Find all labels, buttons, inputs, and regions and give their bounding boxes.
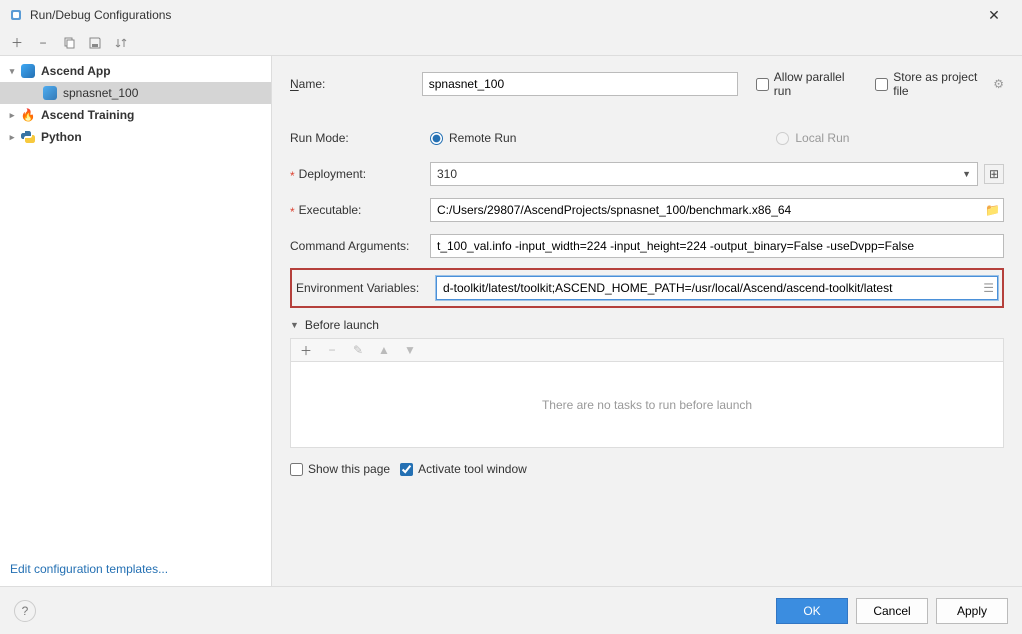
add-deployment-button[interactable]: ⊞ [984,164,1004,184]
run-mode-label: Run Mode: [290,131,430,145]
envvars-row: Environment Variables: ☰ [296,276,998,300]
remove-config-button[interactable]: − [34,34,52,52]
executable-row: *Executable: 📁 [290,198,1004,222]
tree-item-ascend-training[interactable]: ▸ 🔥 Ascend Training [0,104,271,126]
close-icon[interactable]: ✕ [974,0,1014,30]
copy-config-button[interactable] [60,34,78,52]
header-options: Allow parallel run Store as project file… [738,70,1004,98]
config-tree-panel: ▾ Ascend App spnasnet_100 ▸ 🔥 Ascend Tra… [0,56,272,586]
ok-button[interactable]: OK [776,598,848,624]
before-launch-empty-text: There are no tasks to run before launch [542,398,752,412]
remote-run-radio[interactable]: Remote Run [430,131,516,145]
help-button[interactable]: ? [14,600,36,622]
python-icon [20,129,36,145]
remove-task-button[interactable]: − [323,341,341,359]
envvars-label: Environment Variables: [296,281,436,295]
chevron-down-icon: ▾ [6,66,18,77]
activate-tool-window-label: Activate tool window [418,462,527,476]
sidebar-footer: Edit configuration templates... [0,556,271,586]
cancel-button[interactable]: Cancel [856,598,928,624]
config-icon [42,85,58,101]
store-project-label: Store as project file [893,70,987,98]
before-launch-header[interactable]: ▼ Before launch [290,318,1004,332]
sort-config-button[interactable] [112,34,130,52]
allow-parallel-label: Allow parallel run [774,70,857,98]
chevron-right-icon: ▸ [6,132,18,143]
tree-label: Ascend Training [41,108,134,122]
deployment-select[interactable]: 310 ▼ [430,162,978,186]
executable-label: *Executable: [290,203,430,217]
tree-item-python[interactable]: ▸ Python [0,126,271,148]
add-task-button[interactable]: ＋ [297,341,315,359]
flame-icon: 🔥 [20,107,36,123]
activate-tool-window-checkbox[interactable]: Activate tool window [400,462,527,476]
chevron-down-icon: ▼ [290,320,299,330]
tree-label: spnasnet_100 [63,86,138,100]
cmdargs-input[interactable] [430,234,1004,258]
deployment-label: *Deployment: [290,167,430,181]
before-launch-list: There are no tasks to run before launch [290,362,1004,448]
main-split: ▾ Ascend App spnasnet_100 ▸ 🔥 Ascend Tra… [0,56,1022,586]
before-launch-toolbar: ＋ − ✎ ▲ ▼ [290,338,1004,362]
tree-label: Python [41,130,82,144]
show-this-page-checkbox[interactable]: Show this page [290,462,390,476]
config-toolbar: ＋ − [0,30,1022,56]
run-mode-radio-group: Remote Run Local Run [430,131,849,145]
name-row: Name: Allow parallel run Store as projec… [290,70,1004,98]
titlebar: Run/Debug Configurations ✕ [0,0,1022,30]
envvars-highlight: Environment Variables: ☰ [290,268,1004,308]
allow-parallel-checkbox[interactable]: Allow parallel run [756,70,857,98]
tree-item-spnasnet-100[interactable]: spnasnet_100 [0,82,271,104]
gear-icon[interactable]: ⚙ [993,77,1004,91]
store-project-checkbox[interactable]: Store as project file [875,70,987,98]
executable-input[interactable] [430,198,1004,222]
show-this-page-label: Show this page [308,462,390,476]
local-run-label: Local Run [795,131,849,145]
name-input[interactable] [422,72,738,96]
cmdargs-label: Command Arguments: [290,239,430,253]
config-tree[interactable]: ▾ Ascend App spnasnet_100 ▸ 🔥 Ascend Tra… [0,60,271,556]
name-label: Name: [290,77,422,91]
folder-icon[interactable]: 📁 [985,203,1000,217]
app-icon [8,7,24,23]
apply-button[interactable]: Apply [936,598,1008,624]
list-icon[interactable]: ☰ [983,281,994,295]
local-run-radio[interactable]: Local Run [776,131,849,145]
chevron-right-icon: ▸ [6,110,18,121]
bottom-options: Show this page Activate tool window [290,462,1004,476]
run-debug-config-dialog: Run/Debug Configurations ✕ ＋ − ▾ Ascend … [0,0,1022,634]
move-down-button[interactable]: ▼ [401,341,419,359]
cmdargs-row: Command Arguments: [290,234,1004,258]
move-up-button[interactable]: ▲ [375,341,393,359]
before-launch-label: Before launch [305,318,379,332]
remote-run-label: Remote Run [449,131,516,145]
tree-label: Ascend App [41,64,111,78]
dialog-footer: ? OK Cancel Apply [0,586,1022,634]
edit-task-button[interactable]: ✎ [349,341,367,359]
deployment-row: *Deployment: 310 ▼ ⊞ [290,162,1004,186]
config-form-panel: Name: Allow parallel run Store as projec… [272,56,1022,586]
ascend-icon [20,63,36,79]
envvars-input[interactable] [436,276,998,300]
chevron-down-icon: ▼ [962,169,971,179]
deployment-value: 310 [437,167,457,181]
add-config-button[interactable]: ＋ [8,34,26,52]
window-title: Run/Debug Configurations [30,8,974,22]
edit-templates-link[interactable]: Edit configuration templates... [10,562,168,576]
save-config-button[interactable] [86,34,104,52]
run-mode-row: Run Mode: Remote Run Local Run [290,126,1004,150]
tree-item-ascend-app[interactable]: ▾ Ascend App [0,60,271,82]
